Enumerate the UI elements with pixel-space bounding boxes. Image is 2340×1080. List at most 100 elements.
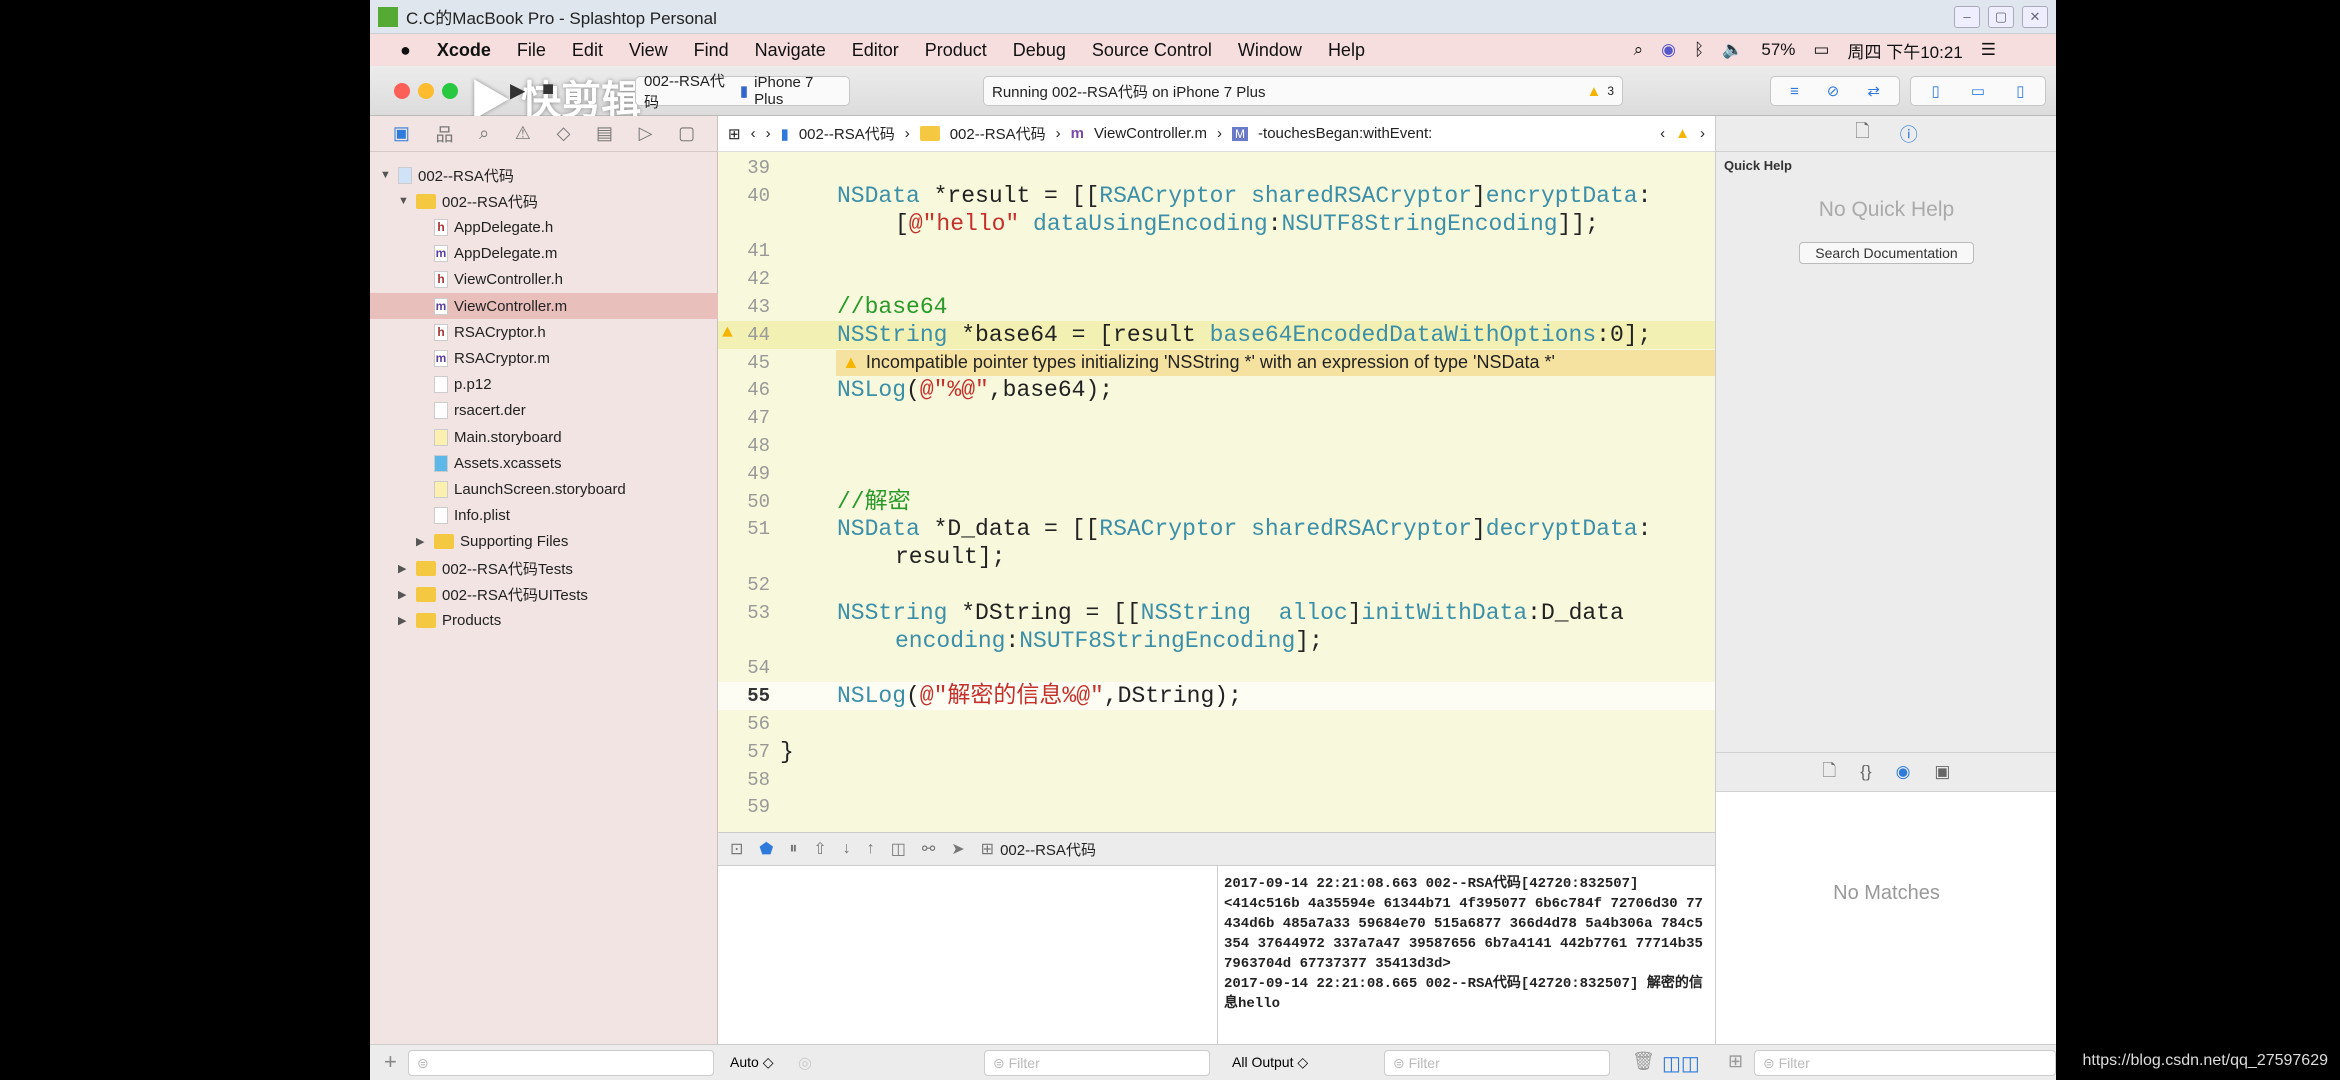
tree-item[interactable]: Info.plist xyxy=(370,503,718,529)
debug-icon[interactable]: ▤ xyxy=(596,123,613,144)
tree-item[interactable]: ▶ Supporting Files xyxy=(370,529,718,555)
step-over-icon[interactable]: ⇧ xyxy=(813,839,826,859)
file-template-icon[interactable]: 🗋 xyxy=(1823,758,1837,787)
search-icon[interactable]: ⌕ xyxy=(1634,40,1644,60)
version-editor-icon[interactable]: ⇄ xyxy=(1867,82,1880,100)
line-number[interactable]: 59 xyxy=(718,793,770,821)
navigator-toggle-icon[interactable]: ▯ xyxy=(1932,82,1940,100)
breadcrumb-group[interactable]: 002--RSA代码 xyxy=(950,123,1046,144)
breakpoints-toggle-icon[interactable]: ⬟ xyxy=(759,839,773,859)
debug-target[interactable]: 002--RSA代码 xyxy=(1000,839,1096,860)
code-line[interactable]: NSLog(@"%@",base64); xyxy=(837,376,1113,404)
minimize-button[interactable]: – xyxy=(1954,5,1980,28)
clock[interactable]: 周四 下午10:21 xyxy=(1847,38,1962,63)
library-filter[interactable]: ⊜ Filter xyxy=(1754,1050,2056,1076)
code-line-continuation[interactable]: encoding:NSUTF8StringEncoding]; xyxy=(895,627,1323,655)
tree-item[interactable]: ▶ 002--RSA代码UITests xyxy=(370,581,718,607)
code-line[interactable]: NSLog(@"解密的信息%@",DString); xyxy=(837,682,1242,710)
breadcrumb-project[interactable]: 002--RSA代码 xyxy=(799,123,895,144)
line-number[interactable]: 55 xyxy=(718,682,770,710)
maximize-button[interactable]: ▢ xyxy=(1988,5,2014,28)
line-number[interactable]: 57 xyxy=(718,738,770,766)
line-number[interactable]: 49 xyxy=(718,460,770,488)
file-inspector-icon[interactable]: 🗋 xyxy=(1855,119,1869,149)
siri-icon[interactable]: ◉ xyxy=(1661,40,1676,60)
code-line[interactable]: NSData *D_data = [[RSACryptor sharedRSAC… xyxy=(837,515,1651,543)
object-library-icon[interactable]: ◉ xyxy=(1896,762,1911,782)
step-into-icon[interactable]: ↓ xyxy=(843,840,851,858)
debug-area-toggle-icon[interactable]: ▭ xyxy=(1971,82,1985,100)
tree-item[interactable]: ▼ 002--RSA代码 xyxy=(370,162,718,188)
add-button[interactable]: + xyxy=(384,1049,397,1075)
assistant-editor-icon[interactable]: ⊘ xyxy=(1827,82,1840,100)
warning-icon[interactable]: ▲ xyxy=(1586,83,1601,100)
list-icon[interactable]: ☰ xyxy=(1981,40,1996,60)
code-snippet-icon[interactable]: {} xyxy=(1860,762,1871,782)
line-number[interactable]: 52 xyxy=(718,571,770,599)
search-documentation-button[interactable]: Search Documentation xyxy=(1799,242,1974,264)
view-toggle-segment[interactable]: ▯ ▭ ▯ xyxy=(1910,76,2046,106)
line-number[interactable]: 43 xyxy=(718,293,770,321)
tree-item[interactable]: Main.storyboard xyxy=(370,424,718,450)
code-line[interactable]: //base64 xyxy=(837,293,947,321)
code-line[interactable]: //解密 xyxy=(837,488,911,516)
line-number[interactable]: 40 xyxy=(718,182,770,210)
menu-debug[interactable]: Debug xyxy=(1013,40,1066,61)
memory-graph-icon[interactable]: ⚯ xyxy=(922,839,935,859)
inline-warning-message[interactable]: ▲ Incompatible pointer types initializing… xyxy=(836,349,1715,376)
tree-item[interactable]: m ViewController.m xyxy=(370,293,718,319)
breadcrumb-file[interactable]: ViewController.m xyxy=(1094,125,1207,142)
warning-icon[interactable]: ▲ xyxy=(722,323,733,343)
code-line-continuation[interactable]: result]; xyxy=(895,543,1005,571)
tree-item[interactable]: ▼ 002--RSA代码 xyxy=(370,188,718,214)
menu-window[interactable]: Window xyxy=(1238,40,1302,61)
run-button[interactable]: ▶ xyxy=(510,78,525,103)
trash-icon[interactable]: 🗑 xyxy=(1632,1051,1655,1072)
code-line[interactable]: } xyxy=(780,738,794,766)
code-line[interactable]: NSData *result = [[RSACryptor sharedRSAC… xyxy=(837,182,1651,210)
variables-view[interactable] xyxy=(718,866,1218,1044)
line-number[interactable]: 51 xyxy=(718,515,770,543)
tree-item[interactable]: h RSACryptor.h xyxy=(370,319,718,345)
quick-help-icon[interactable]: ⓘ xyxy=(1900,121,1918,147)
code-line-continuation[interactable]: [@"hello" dataUsingEncoding:NSUTF8String… xyxy=(895,210,1599,238)
folder-icon[interactable]: ▣ xyxy=(393,123,410,144)
line-number[interactable]: 54 xyxy=(718,654,770,682)
disclosure-triangle-icon[interactable]: ▶ xyxy=(416,535,428,548)
disclosure-triangle-icon[interactable]: ▶ xyxy=(398,562,410,575)
warning-count[interactable]: 3 xyxy=(1607,84,1614,98)
line-number[interactable]: 46 xyxy=(718,376,770,404)
menu-view[interactable]: View xyxy=(629,40,668,61)
menu-help[interactable]: Help xyxy=(1328,40,1365,61)
warning-icon[interactable]: ▲ xyxy=(1675,125,1690,142)
scheme-selector[interactable]: 002--RSA代码 ▮ iPhone 7 Plus xyxy=(635,73,850,111)
menu-app-xcode[interactable]: Xcode xyxy=(437,40,491,61)
variables-filter[interactable]: ⊜ Filter xyxy=(984,1050,1210,1076)
editor-mode-segment[interactable]: ≡ ⊘ ⇄ xyxy=(1770,76,1900,106)
navigator-filter[interactable]: ⊜ xyxy=(408,1050,714,1076)
apple-icon[interactable]: ● xyxy=(400,40,411,61)
disclosure-triangle-icon[interactable]: ▶ xyxy=(398,614,410,627)
volume-icon[interactable]: 🔈 xyxy=(1722,40,1743,60)
line-number[interactable]: 42 xyxy=(718,265,770,293)
tree-item[interactable]: ▶ 002--RSA代码Tests xyxy=(370,555,718,581)
forward-button[interactable]: › xyxy=(766,125,771,142)
console-filter[interactable]: ⊜ Filter xyxy=(1384,1050,1610,1076)
symbol-icon[interactable]: 品 xyxy=(435,121,453,147)
grid-icon[interactable]: ⊞ xyxy=(1728,1051,1743,1072)
related-items-icon[interactable]: ⊞ xyxy=(728,125,741,143)
breakpoint-icon[interactable]: ▷ xyxy=(639,123,653,144)
tree-item[interactable]: h AppDelegate.h xyxy=(370,214,718,240)
inspector-toggle-icon[interactable]: ▯ xyxy=(2016,82,2024,100)
code-line[interactable]: NSString *DString = [[NSString alloc]ini… xyxy=(837,599,1624,627)
back-button[interactable]: ‹ xyxy=(751,125,756,142)
bluetooth-icon[interactable]: ᛒ xyxy=(1694,40,1704,60)
line-number[interactable]: 47 xyxy=(718,404,770,432)
stop-button[interactable]: ■ xyxy=(542,78,554,101)
split-view-icon[interactable]: ◫◫ xyxy=(1662,1051,1700,1076)
previous-issue-button[interactable]: ‹ xyxy=(1660,125,1665,142)
line-number[interactable]: 58 xyxy=(718,766,770,794)
next-issue-button[interactable]: › xyxy=(1700,125,1705,142)
disclosure-triangle-icon[interactable]: ▶ xyxy=(398,588,410,601)
minimize-window-button[interactable] xyxy=(418,83,434,99)
